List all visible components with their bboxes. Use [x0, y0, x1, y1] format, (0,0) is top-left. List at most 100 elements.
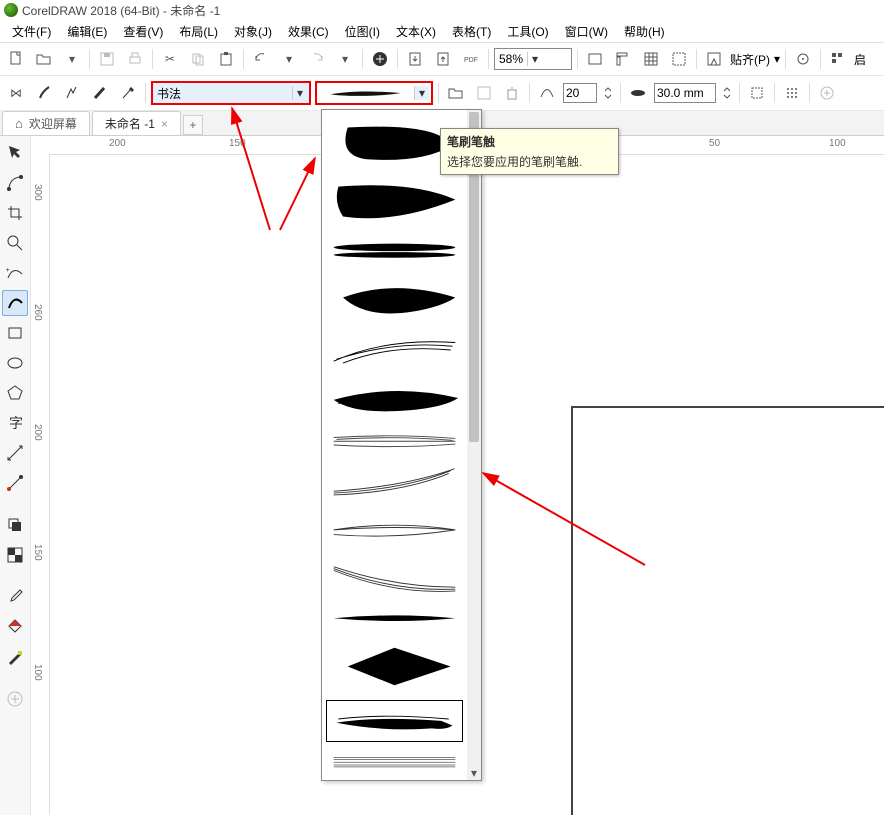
text-tool[interactable]: 字 [2, 410, 28, 436]
app-launcher-button[interactable] [826, 47, 850, 71]
cut-button[interactable]: ✂ [158, 47, 182, 71]
open-dropdown-icon[interactable]: ▾ [60, 47, 84, 71]
snap-label[interactable]: 贴齐(P) [730, 51, 770, 68]
brush-stroke-combo[interactable]: ▾ [315, 81, 433, 105]
brush-mode-button[interactable] [32, 81, 56, 105]
chevron-down-icon[interactable]: ▾ [774, 52, 780, 66]
pick-tool[interactable] [2, 140, 28, 166]
new-doc-button[interactable] [4, 47, 28, 71]
stroke-item[interactable] [326, 175, 463, 230]
stroke-item[interactable] [326, 557, 463, 599]
outline-pen-tool[interactable] [2, 644, 28, 670]
stroke-item[interactable] [326, 748, 463, 776]
zoom-combo[interactable]: 58% ▾ [494, 48, 572, 70]
chevron-down-icon[interactable]: ▾ [292, 86, 307, 100]
rectangle-tool[interactable] [2, 320, 28, 346]
menu-text[interactable]: 文本(X) [388, 21, 444, 42]
shape-tool[interactable] [2, 170, 28, 196]
stroke-item[interactable] [326, 604, 463, 632]
stroke-item-selected[interactable] [326, 700, 463, 742]
stroke-list[interactable] [322, 110, 467, 780]
menu-edit[interactable]: 编辑(E) [59, 21, 115, 42]
tab-welcome[interactable]: 欢迎屏幕 [2, 111, 90, 135]
stroke-item[interactable] [326, 379, 463, 421]
redo-button[interactable] [305, 47, 329, 71]
preset-stroke-button[interactable]: ⋈ [4, 81, 28, 105]
undo-dropdown-icon[interactable]: ▾ [277, 47, 301, 71]
paste-button[interactable] [214, 47, 238, 71]
pressure-mode-button[interactable] [116, 81, 140, 105]
scrollbar[interactable]: ▾ [467, 110, 481, 780]
launch-label[interactable]: 启 [854, 51, 866, 68]
drop-shadow-tool[interactable] [2, 512, 28, 538]
menu-object[interactable]: 对象(J) [226, 21, 280, 42]
menu-tools[interactable]: 工具(O) [499, 21, 556, 42]
copy-button[interactable] [186, 47, 210, 71]
stroke-item[interactable] [326, 461, 463, 503]
tab-document[interactable]: 未命名 -1 × [92, 111, 181, 135]
crop-tool[interactable] [2, 200, 28, 226]
save-stroke-button[interactable] [472, 81, 496, 105]
menu-view[interactable]: 查看(V) [115, 21, 171, 42]
import-button[interactable] [403, 47, 427, 71]
search-content-button[interactable] [368, 47, 392, 71]
stepper-icon[interactable] [601, 81, 615, 105]
menu-help[interactable]: 帮助(H) [616, 21, 673, 42]
vertical-ruler[interactable]: 300 260 200 150 100 [31, 154, 50, 815]
print-button[interactable] [123, 47, 147, 71]
stroke-category-combo[interactable]: 书法 ▾ [151, 81, 311, 105]
sprayer-mode-button[interactable] [60, 81, 84, 105]
scroll-down-icon[interactable]: ▾ [467, 766, 481, 780]
menu-effects[interactable]: 效果(C) [280, 21, 337, 42]
open-button[interactable] [32, 47, 56, 71]
quick-customize-icon[interactable] [2, 686, 28, 712]
calligraphy-mode-button[interactable] [88, 81, 112, 105]
bounding-box-button[interactable] [745, 81, 769, 105]
menu-file[interactable]: 文件(F) [4, 21, 59, 42]
export-button[interactable] [431, 47, 455, 71]
delete-stroke-button[interactable] [500, 81, 524, 105]
show-guidelines-button[interactable] [667, 47, 691, 71]
snap-options-button[interactable] [702, 47, 726, 71]
zoom-tool[interactable] [2, 230, 28, 256]
new-tab-button[interactable]: + [183, 115, 203, 135]
close-icon[interactable]: × [161, 117, 168, 131]
menu-layout[interactable]: 布局(L) [171, 21, 226, 42]
brush-stroke-dropdown[interactable]: ▾ [321, 109, 482, 781]
redo-dropdown-icon[interactable]: ▾ [333, 47, 357, 71]
stroke-item[interactable] [326, 427, 463, 455]
menu-bitmap[interactable]: 位图(I) [337, 21, 388, 42]
stroke-item[interactable] [326, 270, 463, 325]
eyedropper-tool[interactable] [2, 584, 28, 610]
stepper-icon[interactable] [720, 81, 734, 105]
scale-with-object-button[interactable] [780, 81, 804, 105]
menu-table[interactable]: 表格(T) [444, 21, 499, 42]
freehand-tool[interactable]: + [2, 260, 28, 286]
stroke-item[interactable] [326, 331, 463, 373]
fullscreen-preview-button[interactable] [583, 47, 607, 71]
chevron-down-icon[interactable]: ▾ [414, 86, 429, 100]
show-grid-button[interactable] [639, 47, 663, 71]
menu-window[interactable]: 窗口(W) [557, 21, 616, 42]
save-button[interactable] [95, 47, 119, 71]
chevron-down-icon[interactable]: ▾ [527, 52, 542, 66]
stroke-item[interactable] [326, 639, 463, 694]
artistic-media-tool[interactable] [2, 290, 28, 316]
ellipse-tool[interactable] [2, 350, 28, 376]
tab-label: 未命名 -1 [105, 115, 155, 132]
smoothing-input[interactable] [563, 83, 597, 103]
stroke-width-input[interactable] [654, 83, 716, 103]
transparency-tool[interactable] [2, 542, 28, 568]
polygon-tool[interactable] [2, 380, 28, 406]
publish-pdf-button[interactable]: PDF [459, 47, 483, 71]
undo-button[interactable] [249, 47, 273, 71]
options-button[interactable] [791, 47, 815, 71]
show-rulers-button[interactable] [611, 47, 635, 71]
quick-customize-icon[interactable] [815, 81, 839, 105]
stroke-item[interactable] [326, 509, 463, 551]
parallel-dimension-tool[interactable] [2, 440, 28, 466]
stroke-item[interactable] [326, 236, 463, 264]
connector-tool[interactable] [2, 470, 28, 496]
interactive-fill-tool[interactable] [2, 614, 28, 640]
browse-button[interactable] [444, 81, 468, 105]
